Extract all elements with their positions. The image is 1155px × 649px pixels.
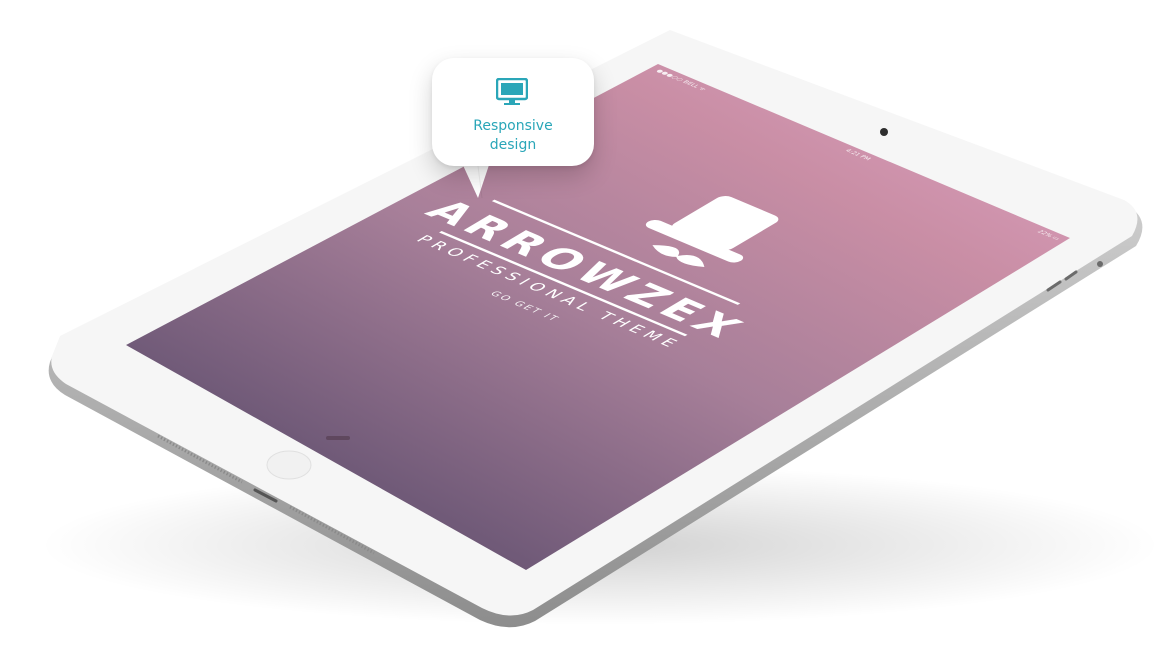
callout-label: Responsive design <box>473 118 553 153</box>
front-camera <box>880 128 888 136</box>
desktop-monitor-icon <box>496 78 528 105</box>
home-indicator <box>326 436 350 440</box>
responsive-design-callout: Responsive design <box>432 58 594 166</box>
side-button[interactable] <box>1097 261 1103 267</box>
product-showcase: ●●●○○ BELL ᯤ 4:21 PM 22% ▭ ARROWZEX PROF… <box>0 0 1155 649</box>
home-button[interactable] <box>266 450 312 480</box>
